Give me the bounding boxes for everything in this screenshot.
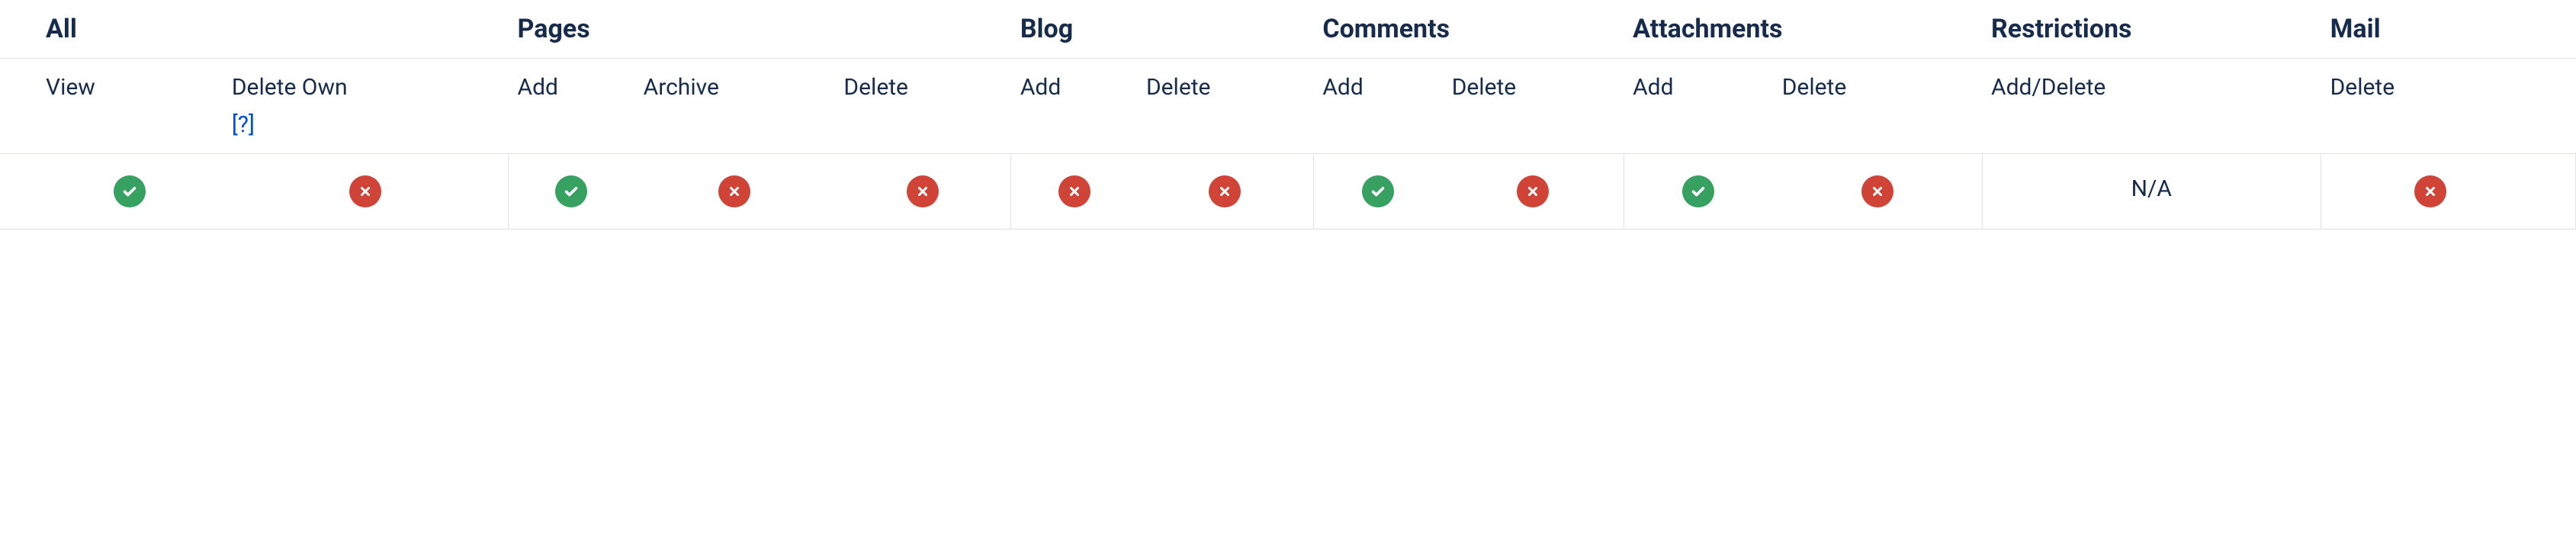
col-label: Add/Delete	[1991, 74, 2312, 101]
permission-denied-icon[interactable]	[1861, 175, 1893, 207]
permission-allowed-icon[interactable]	[555, 175, 587, 207]
col-label: Delete	[843, 74, 1001, 101]
cell-comments-delete	[1443, 154, 1624, 230]
permission-denied-icon[interactable]	[2414, 175, 2446, 207]
col-pages-add: Add	[509, 59, 634, 154]
col-label: Add	[1322, 74, 1433, 101]
cell-pages-delete	[834, 154, 1010, 230]
col-label: Delete	[2330, 74, 2530, 101]
permission-sub-header-row: View Delete Own [?] Add Archive Delete A…	[0, 59, 2576, 154]
cell-attachments-add	[1624, 154, 1773, 230]
cell-all-delete-own	[223, 154, 509, 230]
group-header-blog: Blog	[1011, 0, 1314, 59]
col-label: Archive	[644, 74, 826, 101]
delete-own-help-link[interactable]: [?]	[232, 111, 255, 138]
col-all-delete-own: Delete Own [?]	[223, 59, 509, 154]
col-label: Delete Own	[232, 74, 499, 101]
col-comments-delete: Delete	[1443, 59, 1624, 154]
col-label: View	[46, 74, 214, 101]
cell-restrictions: N/A	[1982, 154, 2321, 230]
col-label: Add	[1633, 74, 1764, 101]
cell-pages-add	[509, 154, 634, 230]
permission-denied-icon[interactable]	[1209, 175, 1241, 207]
col-blog-add: Add	[1011, 59, 1137, 154]
permission-group-header-row: All Pages Blog Comments Attachments Rest…	[0, 0, 2576, 59]
col-attachments-delete: Delete	[1773, 59, 1982, 154]
cell-blog-add	[1011, 154, 1137, 230]
col-pages-archive: Archive	[634, 59, 835, 154]
permission-allowed-icon[interactable]	[114, 175, 146, 207]
permission-denied-icon[interactable]	[349, 175, 381, 207]
col-label: Delete	[1146, 74, 1304, 101]
permission-allowed-icon[interactable]	[1362, 175, 1394, 207]
cell-comments-add	[1313, 154, 1442, 230]
col-label: Add	[518, 74, 625, 101]
col-mail-delete: Delete	[2321, 59, 2576, 154]
col-all-view: View	[0, 59, 223, 154]
permission-denied-icon[interactable]	[907, 175, 939, 207]
group-header-comments: Comments	[1313, 0, 1624, 59]
cell-mail-delete	[2321, 154, 2576, 230]
permission-na-label: N/A	[2131, 175, 2172, 202]
group-header-restrictions: Restrictions	[1982, 0, 2321, 59]
col-label: Delete	[1782, 74, 1973, 101]
col-comments-add: Add	[1313, 59, 1442, 154]
permission-row: N/A	[0, 154, 2576, 230]
cell-attachments-delete	[1773, 154, 1982, 230]
permission-denied-icon[interactable]	[1517, 175, 1549, 207]
col-label: Delete	[1452, 74, 1614, 101]
group-header-all: All	[0, 0, 509, 59]
col-label: Add	[1020, 74, 1128, 101]
permissions-table: All Pages Blog Comments Attachments Rest…	[0, 0, 2576, 230]
cell-blog-delete	[1137, 154, 1313, 230]
group-header-attachments: Attachments	[1624, 0, 1982, 59]
cell-pages-archive	[634, 154, 835, 230]
group-header-pages: Pages	[509, 0, 1011, 59]
permission-denied-icon[interactable]	[718, 175, 750, 207]
col-blog-delete: Delete	[1137, 59, 1313, 154]
col-pages-delete: Delete	[834, 59, 1010, 154]
cell-all-view	[0, 154, 223, 230]
col-restrictions-adddelete: Add/Delete	[1982, 59, 2321, 154]
permission-denied-icon[interactable]	[1058, 175, 1090, 207]
permission-allowed-icon[interactable]	[1682, 175, 1714, 207]
group-header-mail: Mail	[2321, 0, 2576, 59]
col-attachments-add: Add	[1624, 59, 1773, 154]
